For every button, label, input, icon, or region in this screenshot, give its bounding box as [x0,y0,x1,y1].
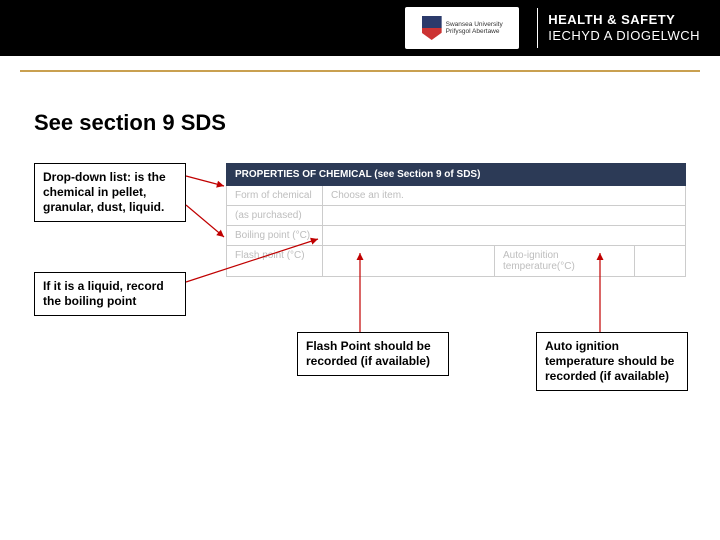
row-as-purchased: (as purchased) [226,206,686,226]
arrow-dropdown [186,176,224,186]
shield-icon [422,16,442,40]
department-name: HEALTH & SAFETY IECHYD A DIOGELWCH [548,12,700,43]
callout-dropdown: Drop-down list: is the chemical in pelle… [34,163,186,222]
callout-autoignition: Auto ignition temperature should be reco… [536,332,688,391]
value-boiling-point [323,226,685,245]
label-form-of-chemical: Form of chemical [227,186,323,205]
university-logo: Swansea University Prifysgol Abertawe [405,7,519,49]
university-line2: Prifysgol Abertawe [446,28,503,35]
department-line2: IECHYD A DIOGELWCH [548,28,700,44]
row-form-of-chemical: Form of chemical Choose an item. [226,186,686,206]
value-form-of-chemical: Choose an item. [323,186,685,205]
row-flash-auto: Flash point (°C) Auto-ignition temperatu… [226,246,686,277]
row-boiling-point: Boiling point (°C) [226,226,686,246]
value-as-purchased [323,206,685,225]
label-flash-point: Flash point (°C) [227,246,323,276]
label-auto-ignition: Auto-ignition temperature(°C) [495,246,635,276]
university-line1: Swansea University [446,21,503,28]
arrow-boiling-from-dropdown [186,205,224,237]
value-auto-ignition [635,246,685,276]
slide-heading: See section 9 SDS [34,110,226,136]
properties-table: PROPERTIES OF CHEMICAL (see Section 9 of… [226,163,686,277]
callout-flashpoint: Flash Point should be recorded (if avail… [297,332,449,376]
gold-horizontal-rule [20,70,700,72]
callout-liquid: If it is a liquid, record the boiling po… [34,272,186,316]
properties-table-header: PROPERTIES OF CHEMICAL (see Section 9 of… [226,163,686,186]
label-as-purchased: (as purchased) [227,206,323,225]
value-flash-point [323,246,495,276]
vertical-divider [537,8,538,48]
label-boiling-point: Boiling point (°C) [227,226,323,245]
department-line1: HEALTH & SAFETY [548,12,700,28]
header-bar: Swansea University Prifysgol Abertawe HE… [0,0,720,56]
university-name: Swansea University Prifysgol Abertawe [446,21,503,35]
